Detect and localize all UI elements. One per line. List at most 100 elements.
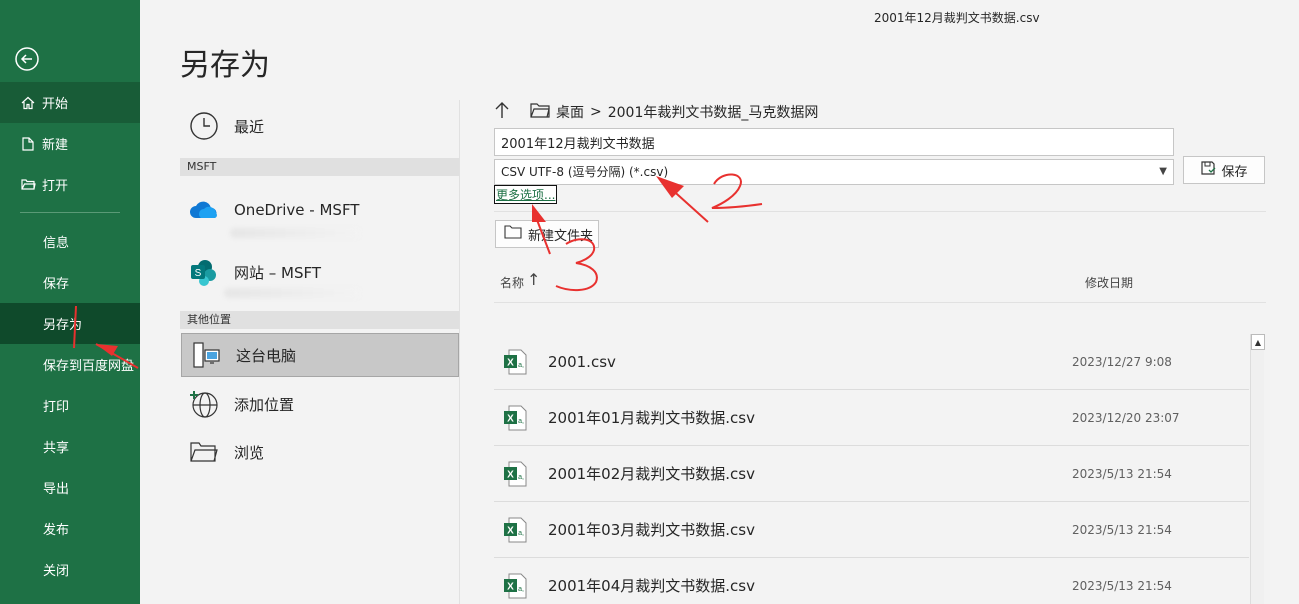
svg-text:a,: a, <box>518 530 524 537</box>
nav-item-share[interactable]: 共享 <box>0 426 140 467</box>
file-name: 2001年02月裁判文书数据.csv <box>548 465 755 483</box>
svg-text:a,: a, <box>518 362 524 369</box>
nav-item-save-to-baidu[interactable]: 保存到百度网盘 <box>0 344 140 385</box>
sharepoint-icon: S <box>186 254 222 290</box>
filetype-select[interactable]: CSV UTF-8 (逗号分隔) (*.csv) ▼ <box>494 159 1174 185</box>
nav-divider <box>20 212 120 213</box>
up-arrow-icon[interactable] <box>494 101 514 124</box>
nav-item-label: 导出 <box>43 482 70 497</box>
save-button[interactable]: 保存 <box>1183 156 1265 184</box>
file-row[interactable]: Xa, 2001年01月裁判文书数据.csv 2023/12/20 23:07 <box>494 390 1249 446</box>
file-row[interactable]: Xa, 2001年03月裁判文书数据.csv 2023/5/13 21:54 <box>494 502 1249 558</box>
back-arrow-icon[interactable] <box>14 46 40 72</box>
onedrive-cloud-icon <box>186 192 222 228</box>
backstage-nav: 开始 新建 打开 信息 保存 另存为 保存到百度网盘 打印 共享 导出 发布 关… <box>0 0 140 604</box>
nav-item-save[interactable]: 保存 <box>0 262 140 303</box>
nav-item-publish[interactable]: 发布 <box>0 508 140 549</box>
new-document-icon <box>20 136 36 152</box>
nav-item-label: 另存为 <box>43 318 83 333</box>
svg-text:a,: a, <box>518 418 524 425</box>
file-date: 2023/5/13 21:54 <box>1072 578 1172 593</box>
file-date: 2023/12/20 23:07 <box>1072 410 1180 425</box>
pane-divider <box>459 100 460 604</box>
location-add-place[interactable]: 添加位置 <box>180 382 459 426</box>
nav-item-label: 保存到百度网盘 <box>43 359 135 374</box>
excel-csv-file-icon: Xa, <box>503 349 527 375</box>
file-list: Xa, 2001.csv 2023/12/27 9:08 Xa, 2001年01月裁判文… <box>494 334 1249 604</box>
filetype-value: CSV UTF-8 (逗号分隔) (*.csv) <box>501 165 669 179</box>
file-name: 2001.csv <box>548 352 616 371</box>
svg-text:X: X <box>507 581 514 592</box>
chevron-down-icon: ▼ <box>1159 166 1167 177</box>
nav-item-info[interactable]: 信息 <box>0 221 140 262</box>
excel-csv-file-icon: Xa, <box>503 405 527 431</box>
location-label: 最近 <box>234 117 265 136</box>
filename-input[interactable] <box>494 128 1174 156</box>
nav-item-label: 信息 <box>43 236 70 251</box>
breadcrumb-root[interactable]: 桌面 <box>556 102 584 122</box>
file-name: 2001年03月裁判文书数据.csv <box>548 521 755 539</box>
location-label: 添加位置 <box>234 395 295 414</box>
section-header-other: 其他位置 <box>180 311 459 329</box>
nav-item-new[interactable]: 新建 <box>0 123 140 164</box>
file-name: 2001年04月裁判文书数据.csv <box>548 577 755 595</box>
svg-text:X: X <box>507 413 514 424</box>
divider <box>494 211 1266 212</box>
svg-text:S: S <box>195 268 202 279</box>
nav-item-close[interactable]: 关闭 <box>0 549 140 590</box>
column-header-name[interactable]: 名称 <box>500 274 524 291</box>
divider <box>494 302 1266 303</box>
globe-plus-icon <box>186 386 222 422</box>
location-label: 浏览 <box>234 443 265 462</box>
new-folder-button[interactable]: 新建文件夹 <box>495 220 599 248</box>
nav-item-home[interactable]: 开始 <box>0 82 140 123</box>
file-date: 2023/5/13 21:54 <box>1072 522 1172 537</box>
browse-folder-icon <box>186 434 222 470</box>
more-options-link[interactable]: 更多选项... <box>494 185 558 204</box>
breadcrumb-separator: > <box>590 104 602 120</box>
nav-item-label: 打开 <box>42 179 69 194</box>
clock-icon <box>186 108 222 144</box>
nav-item-label: 发布 <box>43 523 70 538</box>
file-row[interactable]: Xa, 2001.csv 2023/12/27 9:08 <box>494 334 1249 390</box>
excel-csv-file-icon: Xa, <box>503 573 527 599</box>
location-browse[interactable]: 浏览 <box>180 430 459 474</box>
file-row[interactable]: Xa, 2001年02月裁判文书数据.csv 2023/5/13 21:54 <box>494 446 1249 502</box>
redacted-account <box>230 228 360 238</box>
redacted-account <box>224 288 360 298</box>
file-name: 2001年01月裁判文书数据.csv <box>548 409 755 427</box>
excel-csv-file-icon: Xa, <box>503 517 527 543</box>
section-header-msft: MSFT <box>180 158 459 176</box>
location-onedrive[interactable]: OneDrive - MSFT <box>180 186 459 234</box>
nav-item-print[interactable]: 打印 <box>0 385 140 426</box>
nav-item-label: 新建 <box>42 138 69 153</box>
nav-item-export[interactable]: 导出 <box>0 467 140 508</box>
folder-icon <box>530 102 550 122</box>
document-title: 2001年12月裁判文书数据.csv <box>874 11 1040 25</box>
page-title: 另存为 <box>180 48 270 83</box>
excel-csv-file-icon: Xa, <box>503 461 527 487</box>
nav-item-open[interactable]: 打开 <box>0 164 140 205</box>
sort-ascending-icon[interactable]: ↑ <box>527 270 540 289</box>
svg-text:X: X <box>507 525 514 536</box>
nav-item-label: 保存 <box>43 277 70 292</box>
breadcrumb: 桌面 > 2001年裁判文书数据_马克数据网 <box>494 98 818 126</box>
new-folder-label: 新建文件夹 <box>528 228 594 244</box>
scrollbar[interactable]: ▲ <box>1250 334 1265 604</box>
location-label: 这台电脑 <box>236 346 297 365</box>
folder-icon <box>504 225 522 243</box>
home-icon <box>20 95 36 111</box>
svg-text:a,: a, <box>518 586 524 593</box>
file-date: 2023/5/13 21:54 <box>1072 466 1172 481</box>
save-disk-icon <box>1200 160 1216 180</box>
nav-item-label: 共享 <box>43 441 70 456</box>
nav-item-label: 开始 <box>42 97 69 112</box>
column-header-date[interactable]: 修改日期 <box>1085 274 1133 291</box>
location-this-pc[interactable]: 这台电脑 <box>181 333 459 377</box>
scroll-up-icon[interactable]: ▲ <box>1251 334 1265 350</box>
file-row[interactable]: Xa, 2001年04月裁判文书数据.csv 2023/5/13 21:54 <box>494 558 1249 604</box>
location-recent[interactable]: 最近 <box>180 104 459 148</box>
breadcrumb-folder[interactable]: 2001年裁判文书数据_马克数据网 <box>608 102 819 122</box>
computer-icon <box>188 337 224 373</box>
nav-item-save-as[interactable]: 另存为 <box>0 303 140 344</box>
